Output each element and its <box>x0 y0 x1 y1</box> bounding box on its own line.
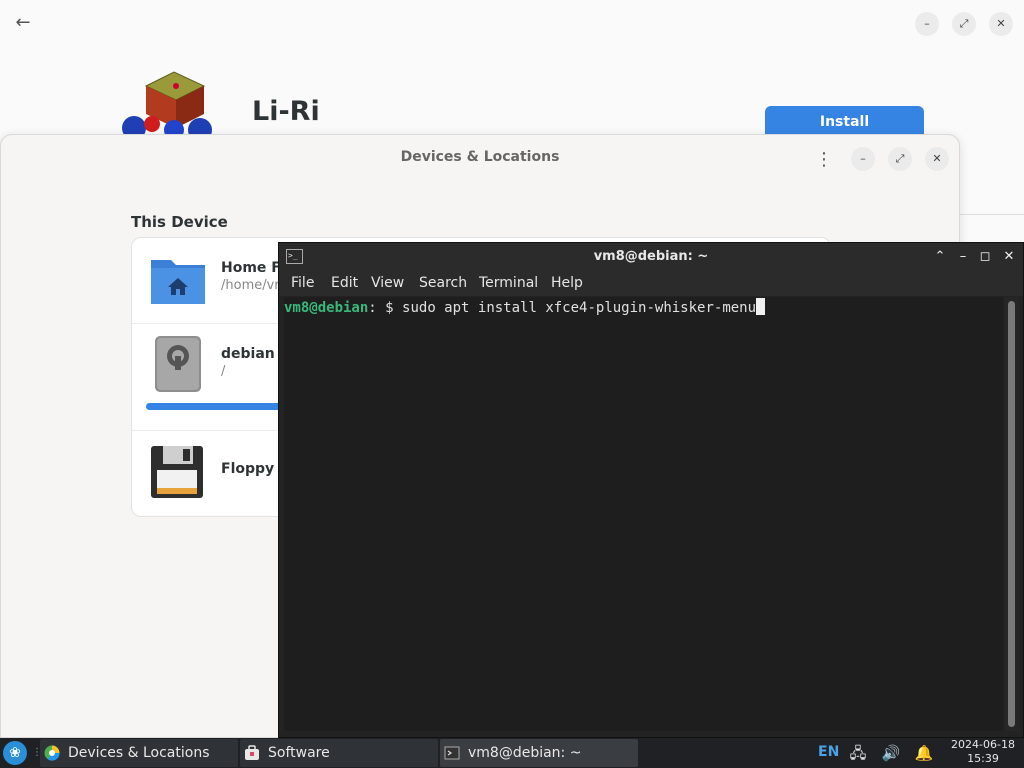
terminal-output[interactable]: vm8@debian: $ sudo apt install xfce4-plu… <box>284 297 1003 731</box>
maximize-button[interactable]: ◻ <box>976 248 994 266</box>
whisker-menu-icon[interactable]: ❀ <box>3 741 27 765</box>
software-app-icon <box>245 745 259 760</box>
prompt-separator: : <box>368 300 377 316</box>
maximize-button[interactable]: ⤢ <box>888 147 912 171</box>
terminal-titlebar[interactable]: >_ vm8@debian: ~ ⌃ – ◻ ✕ <box>279 243 1023 272</box>
command-line: vm8@debian: $ sudo apt install xfce4-plu… <box>284 298 1003 317</box>
back-arrow-icon[interactable]: ← <box>12 12 34 34</box>
close-button[interactable]: ✕ <box>925 147 949 171</box>
device-path: /home/vr <box>221 278 280 293</box>
divider <box>960 214 1024 215</box>
floppy-icon <box>151 446 203 498</box>
task-label: vm8@debian: ~ <box>468 745 582 761</box>
home-folder-icon <box>151 260 205 304</box>
scrollbar[interactable] <box>1005 297 1019 731</box>
keyboard-layout-indicator[interactable]: EN <box>818 744 839 760</box>
clock-date: 2024-06-18 <box>951 738 1015 751</box>
menu-file[interactable]: File <box>291 275 314 291</box>
clock[interactable]: 2024-06-18 15:39 <box>948 738 1018 766</box>
minimize-button[interactable]: – <box>915 12 939 36</box>
device-path: / <box>221 364 226 379</box>
close-button[interactable]: ✕ <box>1000 248 1018 266</box>
app-icon <box>122 71 212 138</box>
close-button[interactable]: ✕ <box>989 12 1013 36</box>
terminal-title: vm8@debian: ~ <box>593 249 709 264</box>
menu-terminal[interactable]: Terminal <box>479 275 538 291</box>
device-name: Floppy <box>221 461 275 477</box>
menu-view[interactable]: View <box>371 275 404 291</box>
task-terminal[interactable]: vm8@debian: ~ <box>440 739 638 767</box>
task-label: Devices & Locations <box>68 745 210 761</box>
kebab-menu-icon[interactable]: ⋮ <box>813 147 835 173</box>
command-text: sudo apt install xfce4-plugin-whisker-me… <box>402 300 757 316</box>
terminal-window: >_ vm8@debian: ~ ⌃ – ◻ ✕ File Edit View … <box>278 242 1024 738</box>
menu-help[interactable]: Help <box>551 275 583 291</box>
app-title: Li-Ri <box>252 96 320 127</box>
terminal-app-icon <box>444 746 460 760</box>
minimize-button[interactable]: – <box>954 248 972 266</box>
drive-icon <box>155 336 201 392</box>
device-name: debian <box>221 346 275 362</box>
taskbar: ❀ ⋮ Devices & Locations Software vm8@deb… <box>0 738 1024 768</box>
task-software[interactable]: Software <box>240 739 438 767</box>
prompt-dollar: $ <box>376 300 403 316</box>
notifications-icon[interactable]: 🔔 <box>914 743 934 763</box>
terminal-menubar: File Edit View Search Terminal Help <box>279 272 1023 296</box>
volume-icon[interactable]: 🔊 <box>881 743 901 763</box>
minimize-button[interactable]: – <box>851 147 875 171</box>
scrollbar-thumb[interactable] <box>1008 301 1015 727</box>
device-name: Home F <box>221 260 281 276</box>
network-icon[interactable]: 🖧 <box>848 743 868 763</box>
task-devices[interactable]: Devices & Locations <box>40 739 238 767</box>
clock-time: 15:39 <box>967 752 999 765</box>
prompt-user: vm8@debian <box>284 300 369 316</box>
section-title: This Device <box>131 213 228 231</box>
menu-search[interactable]: Search <box>419 275 467 291</box>
menu-edit[interactable]: Edit <box>331 275 358 291</box>
task-label: Software <box>268 745 330 761</box>
maximize-button[interactable]: ⤢ <box>952 12 976 36</box>
devices-app-icon <box>44 745 60 761</box>
disk-usage-fill <box>146 403 278 410</box>
shade-up-icon[interactable]: ⌃ <box>931 248 949 266</box>
text-cursor <box>756 298 766 315</box>
